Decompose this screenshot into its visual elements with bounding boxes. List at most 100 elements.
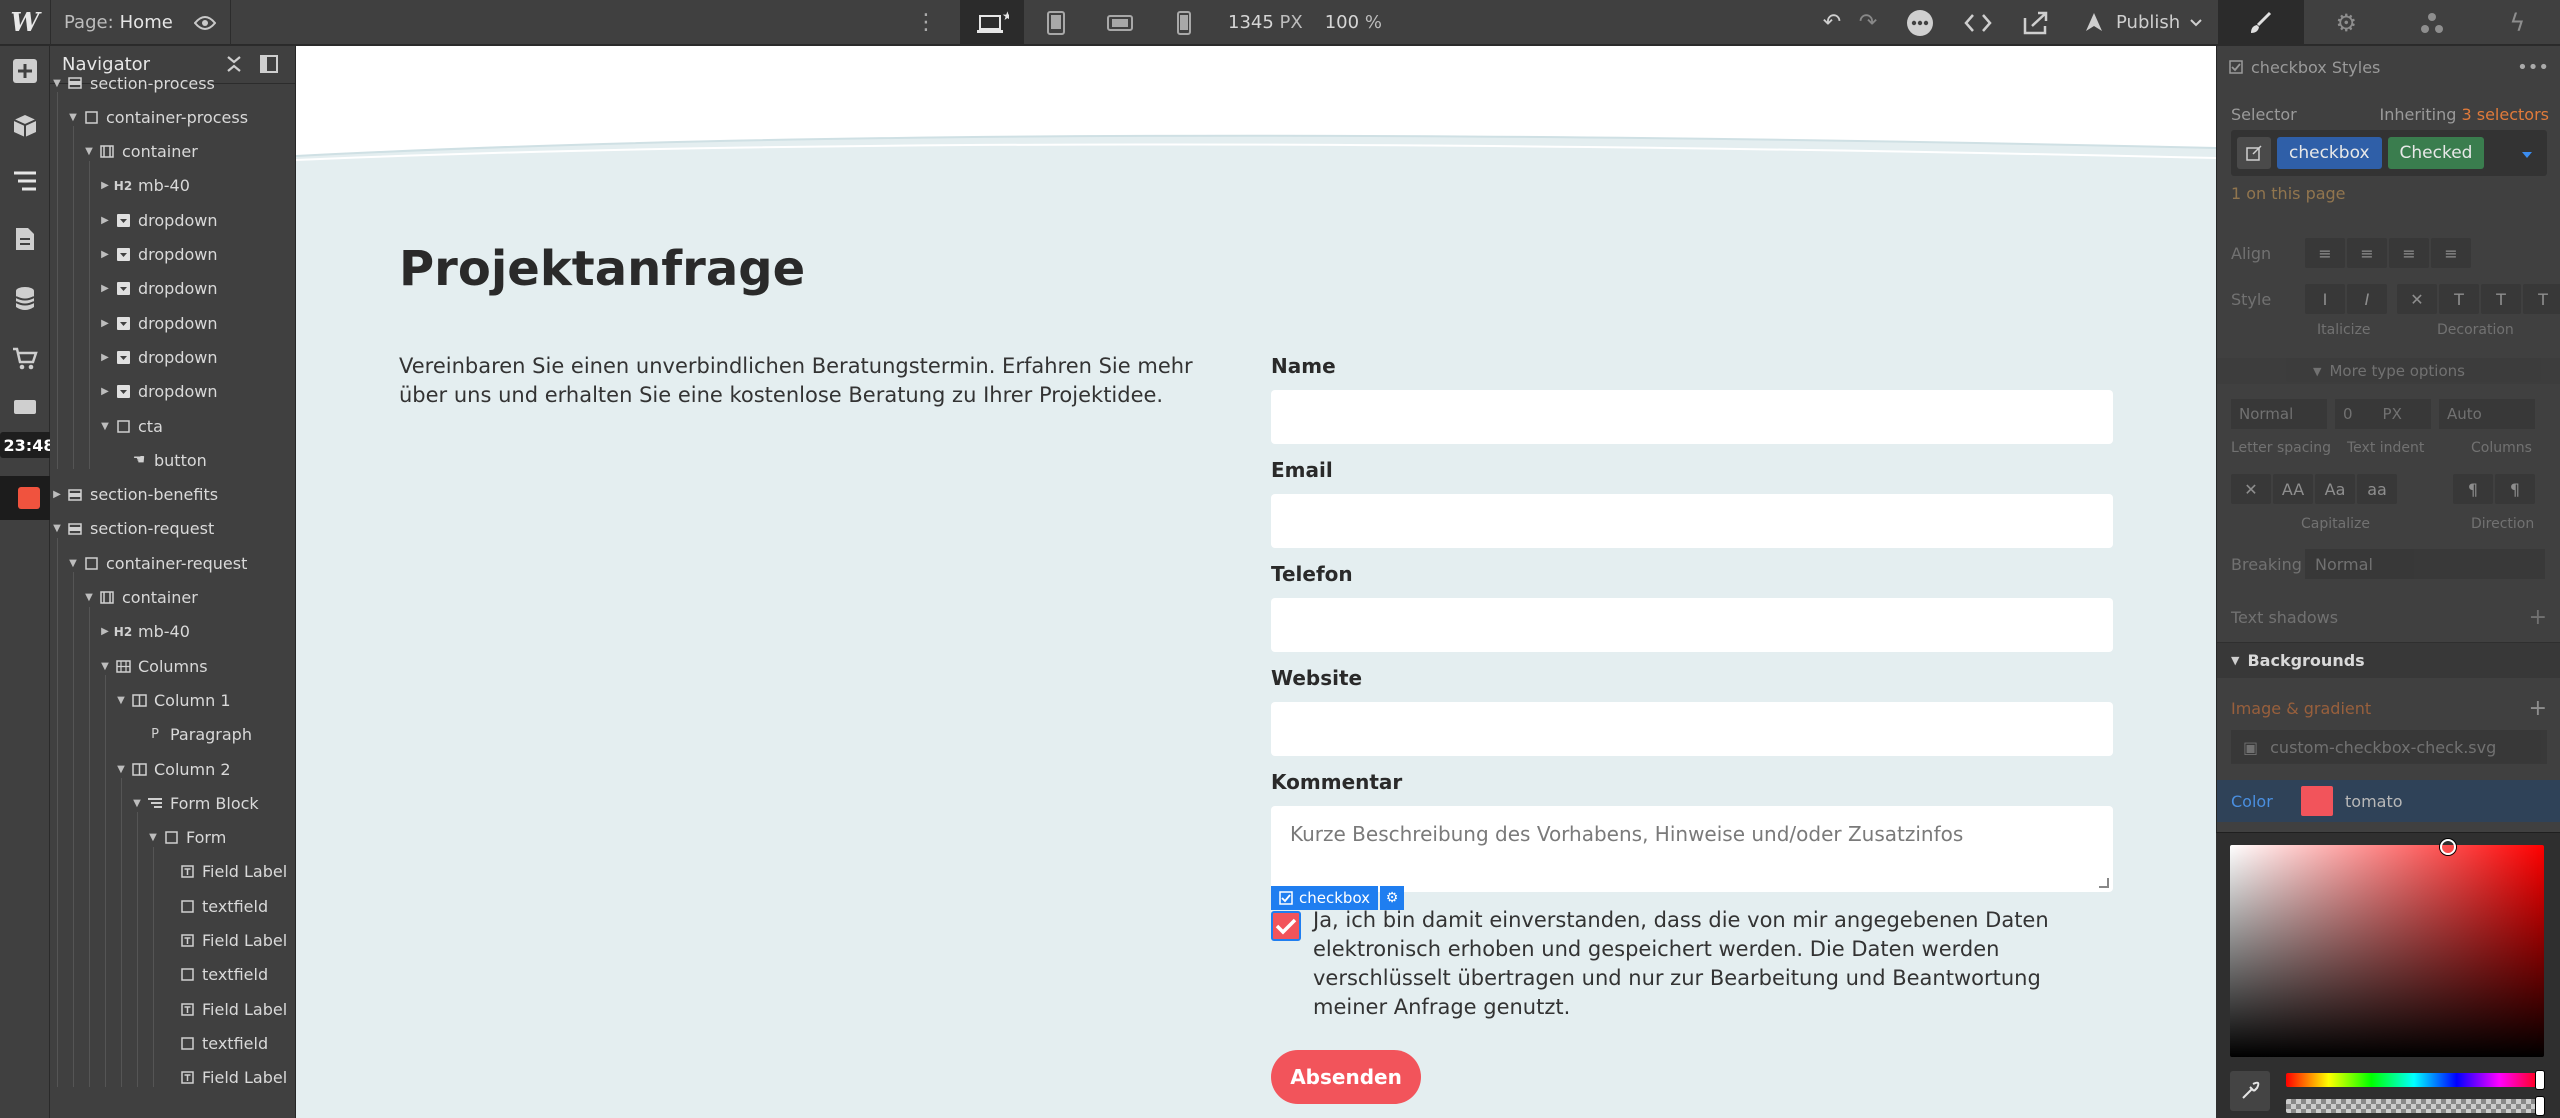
navigator-item[interactable]: ▼ Form (50, 821, 295, 855)
state-dropdown-icon[interactable] (2521, 144, 2533, 163)
letter-spacing-input[interactable]: Normal (2231, 399, 2327, 429)
caret-down-icon[interactable]: ▼ (100, 661, 110, 672)
caret-right-icon[interactable]: ▶ (100, 249, 110, 260)
caret-right-icon[interactable]: ▶ (100, 352, 110, 363)
capitalize-icon[interactable]: Aa (2315, 474, 2355, 504)
selector-field[interactable]: checkbox Checked (2231, 130, 2547, 176)
caret-right-icon[interactable]: ▶ (100, 215, 110, 226)
consent-checkbox[interactable] (1271, 911, 1301, 941)
add-background-icon[interactable]: + (2529, 696, 2547, 721)
code-icon[interactable] (1958, 0, 1998, 45)
navigator-item[interactable]: Field Label (50, 855, 295, 889)
lowercase-icon[interactable]: aa (2357, 474, 2397, 504)
navigator-item[interactable]: ▼ Column 2 (50, 752, 295, 786)
navigator-item[interactable]: ▼ container-request (50, 546, 295, 580)
navigator-item[interactable]: ▶ dropdown (50, 203, 295, 237)
more-horizontal-icon[interactable]: ••• (2517, 57, 2549, 78)
navigator-item[interactable]: ▼ container (50, 135, 295, 169)
align-left-icon[interactable]: ≡ (2305, 238, 2345, 268)
caret-right-icon[interactable]: ▶ (100, 318, 110, 329)
align-right-icon[interactable]: ≡ (2389, 238, 2429, 268)
caret-down-icon[interactable]: ▼ (100, 421, 110, 432)
comment-textarea[interactable]: Kurze Beschreibung des Vorhabens, Hinwei… (1271, 806, 2113, 892)
mobile-portrait-icon[interactable] (1152, 0, 1216, 45)
email-input[interactable] (1271, 494, 2113, 548)
tablet-breakpoint-icon[interactable] (1024, 0, 1088, 45)
backgrounds-section-header[interactable]: ▼ Backgrounds (2217, 642, 2560, 678)
color-picker-knob[interactable] (2440, 839, 2456, 855)
navigator-item[interactable]: textfield (50, 889, 295, 923)
selector-edit-icon[interactable] (2237, 137, 2271, 169)
navigator-item[interactable]: ▶ H2 mb-40 (50, 169, 295, 203)
background-image-layer[interactable]: ▣ custom-checkbox-check.svg (2231, 730, 2547, 764)
navigator-item[interactable]: ▶ dropdown (50, 375, 295, 409)
caret-down-icon[interactable]: ▼ (68, 558, 78, 569)
design-canvas[interactable]: Projektanfrage Vereinbaren Sie einen unv… (296, 46, 2216, 1118)
caret-right-icon[interactable]: ▶ (100, 386, 110, 397)
cms-database-icon[interactable] (0, 274, 50, 324)
caret-down-icon[interactable]: ▼ (132, 798, 142, 809)
navigator-item[interactable]: ▼ Column 1 (50, 683, 295, 717)
caret-down-icon[interactable]: ▼ (52, 523, 62, 534)
navigator-layers-icon[interactable] (0, 156, 50, 206)
inheriting-info[interactable]: Inheriting 3 selectors (2380, 105, 2550, 124)
more-options-icon[interactable] (1900, 0, 1940, 45)
assets-icon[interactable] (0, 381, 50, 431)
alpha-slider[interactable] (2286, 1097, 2544, 1115)
consent-text[interactable]: Ja, ich bin damit einverstanden, dass di… (1313, 906, 2113, 1022)
text-indent-input[interactable]: 0 PX (2335, 399, 2431, 429)
caret-down-icon[interactable]: ▼ (68, 112, 78, 123)
navigator-item[interactable]: ▶ dropdown (50, 340, 295, 374)
caret-down-icon[interactable]: ▼ (84, 146, 94, 157)
mobile-landscape-icon[interactable] (1088, 0, 1152, 45)
color-swatch[interactable] (2301, 786, 2333, 816)
page-heading[interactable]: Projektanfrage (399, 241, 805, 297)
components-cube-icon[interactable] (0, 101, 50, 151)
uppercase-icon[interactable]: AA (2273, 474, 2313, 504)
italic-off-icon[interactable]: I (2305, 284, 2345, 314)
style-brush-icon[interactable] (2218, 0, 2304, 45)
direction-ltr-icon[interactable]: ¶ (2453, 474, 2493, 504)
navigator-item[interactable]: ▶ dropdown (50, 306, 295, 340)
case-none-icon[interactable]: ✕ (2231, 474, 2271, 504)
navigator-item[interactable]: Field Label (50, 992, 295, 1026)
underline-icon[interactable]: T (2481, 284, 2521, 314)
caret-down-icon[interactable]: ▼ (52, 78, 62, 89)
webflow-logo[interactable]: W (0, 0, 50, 45)
italic-on-icon[interactable]: I (2347, 284, 2387, 314)
navigator-item[interactable]: ▼ Columns (50, 649, 295, 683)
navigator-item[interactable]: ▼ Form Block (50, 786, 295, 820)
selector-class-pill[interactable]: checkbox (2277, 137, 2382, 169)
caret-down-icon[interactable]: ▼ (116, 764, 126, 775)
undo-icon[interactable]: ↶ (1812, 0, 1852, 45)
saturation-value-field[interactable] (2230, 839, 2544, 1057)
decoration-none-icon[interactable]: ✕ (2397, 284, 2437, 314)
caret-right-icon[interactable]: ▶ (100, 626, 110, 637)
navigator-item[interactable]: ▼ container-process (50, 100, 295, 134)
navigator-item[interactable]: ▼ container (50, 581, 295, 615)
lightning-icon[interactable]: ϟ (2475, 0, 2560, 45)
navigator-item[interactable]: ▶ dropdown (50, 238, 295, 272)
interactions-icon[interactable] (2389, 0, 2475, 45)
strikethrough-icon[interactable]: T (2439, 284, 2479, 314)
direction-rtl-icon[interactable]: ¶ (2495, 474, 2535, 504)
navigator-item[interactable]: ☚ button (50, 443, 295, 477)
more-type-options-toggle[interactable]: ▼ More type options (2217, 358, 2560, 384)
settings-gear-icon[interactable]: ⚙ (2304, 0, 2390, 45)
navigator-item[interactable]: textfield (50, 1026, 295, 1060)
navigator-item[interactable]: ▶ section-benefits (50, 478, 295, 512)
navigator-item[interactable]: ▼ cta (50, 409, 295, 443)
add-text-shadow-icon[interactable]: + (2529, 605, 2547, 630)
intro-paragraph[interactable]: Vereinbaren Sie einen unverbindlichen Be… (399, 352, 1229, 410)
caret-down-icon[interactable]: ▼ (116, 695, 126, 706)
caret-right-icon[interactable]: ▶ (100, 180, 110, 191)
align-justify-icon[interactable]: ≡ (2431, 238, 2471, 268)
background-color-row[interactable]: Color tomato (2217, 780, 2560, 822)
navigator-item[interactable]: Field Label (50, 1061, 295, 1095)
pages-icon[interactable] (0, 214, 50, 264)
preview-eye-icon[interactable] (190, 0, 220, 45)
color-value[interactable]: tomato (2345, 792, 2403, 811)
redo-icon[interactable]: ↷ (1848, 0, 1888, 45)
navigator-item[interactable]: ▶ H2 mb-40 (50, 615, 295, 649)
caret-right-icon[interactable]: ▶ (100, 283, 110, 294)
